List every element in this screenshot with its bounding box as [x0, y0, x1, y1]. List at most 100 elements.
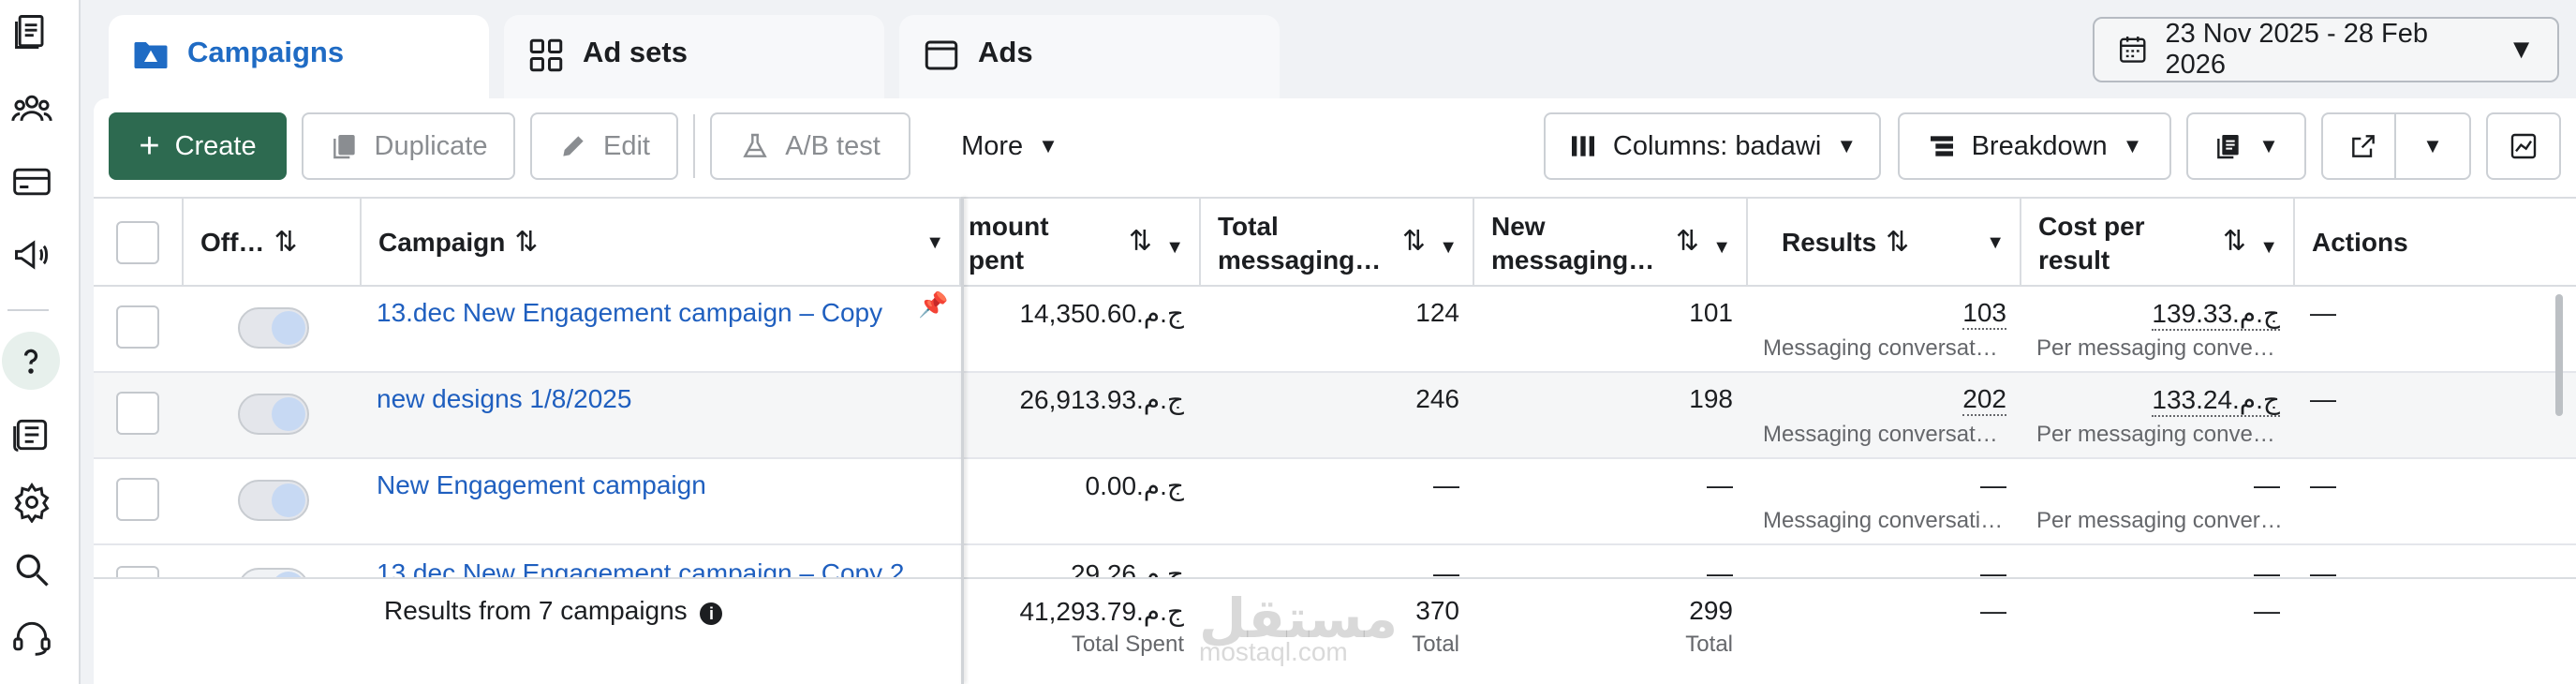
settings-icon[interactable]	[6, 476, 58, 528]
campaign-toggle[interactable]	[238, 480, 309, 521]
total-spent-value: 41,293.79.ج.م	[1019, 597, 1184, 626]
results-value[interactable]: 202	[1962, 384, 2006, 416]
row-checkbox[interactable]	[116, 478, 159, 521]
col-new-messaging[interactable]: New messaging… ⇅ ▼	[1474, 199, 1748, 287]
results-value[interactable]: 103	[1962, 298, 2006, 330]
row-checkbox[interactable]	[116, 392, 159, 435]
row-checkbox[interactable]	[116, 305, 159, 349]
date-range-picker[interactable]: 23 Nov 2025 - 28 Feb 2026 ▼	[2093, 17, 2559, 82]
sort-icon[interactable]: ⇅	[1402, 225, 1426, 259]
tab-ads[interactable]: Ads	[899, 15, 1280, 103]
calendar-icon	[2119, 37, 2146, 63]
col-results[interactable]: Results ⇅ ▼	[1748, 199, 2021, 287]
cost-sum: —	[2254, 596, 2280, 625]
results-subtext: Messaging conversati…	[1763, 508, 2004, 533]
columns-label: Columns: badawi	[1612, 130, 1822, 161]
total-messaging: 246	[1415, 384, 1459, 413]
total-messaging-sum: 370	[1415, 596, 1459, 625]
col-total-messaging-label-1: Total	[1218, 212, 1279, 241]
select-all-checkbox[interactable]	[116, 221, 159, 264]
breakdown-icon	[1930, 136, 1953, 156]
table-row[interactable]: New Engagement campaign 0.00.ج.م — — — M…	[94, 459, 2576, 545]
sort-icon[interactable]: ⇅	[274, 226, 297, 260]
edit-button[interactable]: Edit	[530, 112, 678, 180]
table-row[interactable]: 13.dec New Engagement campaign – Copy 📌 …	[94, 287, 2576, 373]
help-icon[interactable]	[2, 332, 60, 390]
actions-value: —	[2310, 298, 2336, 327]
columns-icon	[1571, 136, 1594, 156]
tab-campaigns[interactable]: Campaigns	[109, 15, 489, 105]
new-messaging: 101	[1689, 298, 1733, 327]
columns-button[interactable]: Columns: badawi ▼	[1544, 112, 1881, 180]
chevron-down-icon[interactable]: ▼	[1986, 226, 2005, 260]
tab-ad-sets[interactable]: Ad sets	[504, 15, 884, 103]
cost-per-result[interactable]: 139.33.ج.م	[2152, 298, 2280, 331]
news-icon[interactable]	[6, 409, 58, 461]
info-icon[interactable]: i	[700, 602, 723, 625]
col-cost-per-result[interactable]: Cost per result ⇅ ▼	[2021, 199, 2295, 287]
col-actions-label: Actions	[2312, 228, 2408, 257]
total-messaging: 124	[1415, 298, 1459, 327]
col-campaign[interactable]: Campaign ⇅ ▼	[362, 199, 961, 287]
cost-per-result: —	[2254, 470, 2280, 499]
campaign-name-link[interactable]: new designs 1/8/2025	[377, 384, 631, 414]
duplicate-button[interactable]: Duplicate	[302, 112, 515, 180]
vertical-scrollbar[interactable]	[2555, 294, 2563, 416]
table-row[interactable]: 13.dec New Engagement campaign – Copy 2 …	[94, 545, 2576, 581]
amount-spent: 14,350.60.ج.م	[1019, 299, 1184, 328]
cost-per-result[interactable]: 133.24.ج.م	[2152, 384, 2280, 417]
ads-manager-icon[interactable]	[6, 229, 58, 281]
col-amount-spent[interactable]: mount pent ⇅ ▼	[961, 199, 1201, 287]
export-button[interactable]	[2321, 112, 2406, 180]
campaign-name-link[interactable]: 13.dec New Engagement campaign – Copy	[377, 298, 882, 328]
flask-icon	[743, 133, 767, 157]
campaign-name-link[interactable]: New Engagement campaign	[377, 470, 706, 500]
sort-icon[interactable]: ⇅	[1886, 226, 1909, 260]
breakdown-button[interactable]: Breakdown ▼	[1898, 112, 2171, 180]
billing-icon[interactable]	[6, 156, 58, 208]
table-row[interactable]: new designs 1/8/2025 26,913.93.ج.م 246 1…	[94, 373, 2576, 459]
audience-icon[interactable]	[6, 82, 58, 135]
total-spent-label: Total Spent	[1071, 632, 1184, 657]
results-summary-text: Results from 7 campaigns	[384, 596, 688, 625]
sort-icon[interactable]: ⇅	[1129, 225, 1152, 259]
pages-icon[interactable]	[6, 6, 58, 58]
view-charts-button[interactable]	[2486, 112, 2561, 180]
more-button[interactable]: More ▼	[925, 112, 1094, 180]
toolbar-divider	[693, 114, 695, 178]
pin-icon[interactable]: 📌	[918, 290, 948, 320]
chevron-down-icon[interactable]: ▼	[1439, 230, 1458, 264]
new-messaging: 198	[1689, 384, 1733, 413]
col-amount-spent-label-2: pent	[969, 245, 1025, 275]
frozen-column-divider[interactable]	[961, 197, 964, 684]
search-icon[interactable]	[6, 543, 58, 596]
col-total-messaging[interactable]: Total messaging… ⇅ ▼	[1201, 199, 1474, 287]
support-icon[interactable]	[6, 611, 58, 663]
export-icon	[2352, 135, 2375, 157]
actions-value: —	[2310, 470, 2336, 499]
col-cost-label-2: result	[2038, 245, 2110, 275]
chevron-down-icon[interactable]: ▼	[1712, 230, 1731, 264]
col-actions: Actions	[2295, 199, 2576, 287]
chevron-down-icon[interactable]: ▼	[925, 226, 944, 260]
results-summary-label: Results from 7 campaigns i	[384, 596, 723, 626]
chevron-down-icon[interactable]: ▼	[2259, 230, 2278, 264]
sort-icon[interactable]: ⇅	[1676, 225, 1699, 259]
col-results-label: Results	[1782, 228, 1877, 257]
chevron-down-icon[interactable]: ▼	[1165, 230, 1184, 264]
col-off-on[interactable]: Off… ⇅	[184, 199, 362, 287]
campaign-toggle[interactable]	[238, 394, 309, 435]
create-label: Create	[174, 130, 257, 161]
col-campaign-label: Campaign	[378, 228, 506, 257]
ab-test-button[interactable]: A/B test	[710, 112, 910, 180]
sort-icon[interactable]: ⇅	[514, 226, 538, 260]
create-button[interactable]: + Create	[109, 112, 287, 180]
col-amount-spent-label-1: mount	[969, 212, 1049, 241]
reports-button[interactable]: ▼	[2186, 112, 2306, 180]
sort-icon[interactable]: ⇅	[2223, 225, 2246, 259]
export-dropdown-button[interactable]: ▼	[2394, 112, 2471, 180]
results-sum: —	[1980, 596, 2006, 625]
cost-subtext: Per messaging conve…	[2036, 422, 2275, 447]
col-new-messaging-label-1: New	[1491, 212, 1546, 241]
campaign-toggle[interactable]	[238, 307, 309, 349]
